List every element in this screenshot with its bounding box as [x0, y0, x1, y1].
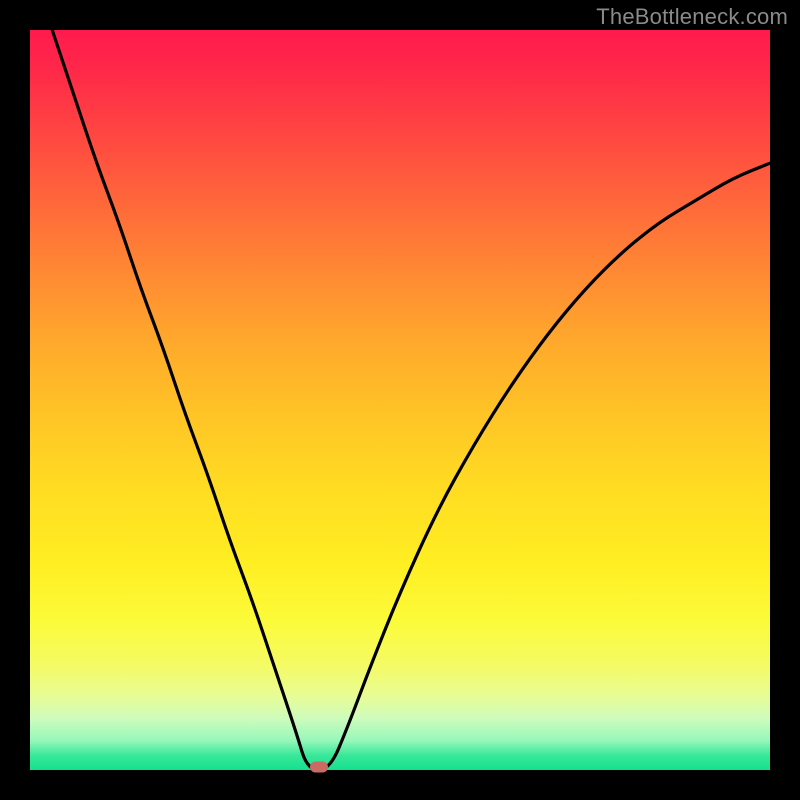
watermark-text: TheBottleneck.com — [596, 4, 788, 30]
curve-path — [52, 30, 770, 770]
chart-frame: TheBottleneck.com — [0, 0, 800, 800]
bottleneck-curve — [30, 30, 770, 770]
plot-area — [30, 30, 770, 770]
optimum-marker — [310, 762, 328, 773]
